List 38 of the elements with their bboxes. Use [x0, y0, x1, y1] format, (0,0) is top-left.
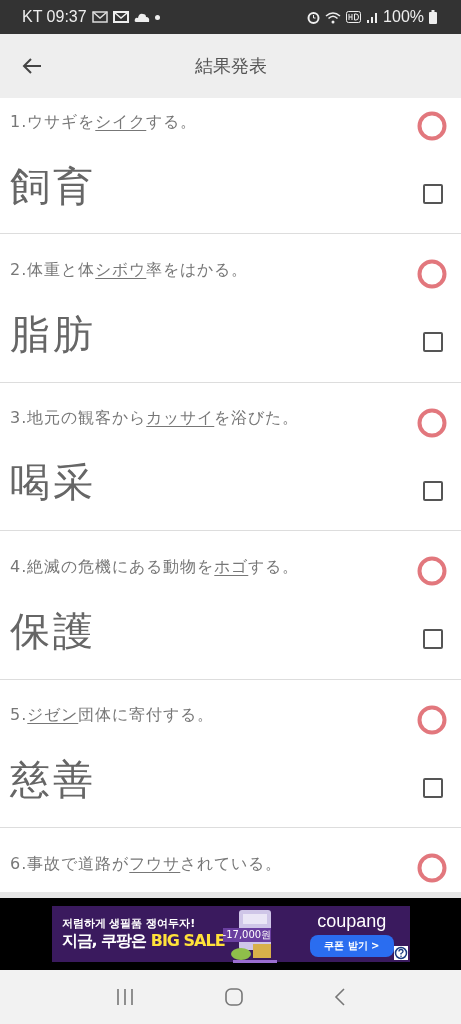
hd-icon — [346, 11, 362, 23]
question-sentence: 1.ウサギを シイクする。 — [10, 111, 198, 133]
alarm-icon — [307, 10, 321, 24]
question-sentence: 6.事故で道路がフウサ されている。 — [10, 853, 283, 875]
cloud-icon — [133, 12, 150, 22]
answer-kanji: 飼育 — [10, 161, 96, 211]
answer-kanji: 喝采 — [10, 458, 96, 508]
back-arrow-icon[interactable] — [22, 57, 42, 75]
checkbox[interactable] — [423, 480, 443, 501]
wifi-icon — [325, 10, 342, 24]
question-sentence: 2.体重と体シボウ率をはかる。 — [10, 259, 249, 281]
checkbox[interactable] — [423, 777, 443, 798]
battery-percent: 100% — [383, 8, 424, 26]
question-sentence: 5.ジゼン団体に寄付する。 — [10, 705, 215, 727]
help-icon[interactable] — [393, 946, 408, 960]
question-sentence: 4.絶滅の危機にある動物をホゴする。 — [10, 556, 300, 578]
checkbox[interactable] — [423, 332, 443, 352]
mail-icon — [91, 11, 108, 23]
back-icon[interactable] — [333, 988, 346, 1006]
recent-apps-icon[interactable] — [115, 989, 134, 1005]
checkbox[interactable] — [423, 184, 443, 204]
answer-kanji: 脂肪 — [10, 309, 96, 359]
screen-title: 結果発表 — [193, 54, 268, 78]
checkbox[interactable] — [423, 629, 443, 650]
status-time: KT 09:37 — [22, 8, 87, 26]
question-sentence: 3.地元の観客から カッサイ を浴びた。 — [10, 408, 300, 430]
brand-name: coupang — [317, 911, 387, 932]
message-icon — [112, 11, 129, 23]
signal-icon — [366, 11, 379, 23]
coupon-button[interactable]: 쿠폰 받기 > — [310, 935, 394, 957]
ad-tagline: 저렴하게 생필품 쟁여두자! — [61, 916, 197, 931]
ad-price: -17,000원 — [222, 928, 272, 942]
answer-kanji: 慈善 — [10, 755, 96, 805]
answer-kanji: 保護 — [10, 606, 96, 656]
dot-icon — [154, 14, 160, 20]
ad-headline: 지금, 쿠팡은 BIG SALE — [61, 931, 225, 952]
home-icon[interactable] — [224, 988, 243, 1006]
battery-icon — [429, 10, 437, 24]
